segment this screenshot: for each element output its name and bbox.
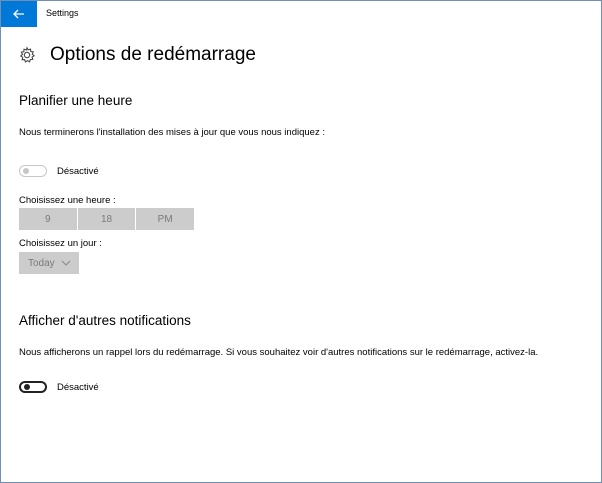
app-title: Settings	[46, 8, 79, 18]
time-picker[interactable]: 9 18 PM	[19, 208, 194, 230]
time-period[interactable]: PM	[136, 208, 194, 230]
title-bar: Settings	[1, 1, 601, 27]
notifications-toggle[interactable]	[19, 381, 47, 393]
notifications-toggle-row: Désactivé	[19, 381, 99, 393]
page-header: Options de redémarrage	[18, 44, 256, 66]
schedule-description: Nous terminerons l'installation des mise…	[19, 127, 325, 138]
schedule-toggle-row: Désactivé	[19, 165, 99, 177]
time-hour[interactable]: 9	[19, 208, 78, 230]
day-value: Today	[28, 257, 55, 269]
back-arrow-icon	[13, 9, 24, 19]
notifications-description: Nous afficherons un rappel lors du redém…	[19, 347, 539, 358]
schedule-toggle-label: Désactivé	[57, 165, 99, 177]
back-button[interactable]	[1, 1, 37, 27]
time-minute[interactable]: 18	[78, 208, 137, 230]
day-dropdown[interactable]: Today	[19, 252, 79, 274]
notifications-section-title: Afficher d'autres notifications	[19, 313, 191, 328]
schedule-toggle[interactable]	[19, 165, 47, 177]
day-label: Choisissez un jour :	[19, 238, 102, 249]
toggle-knob	[24, 384, 30, 390]
gear-icon	[19, 46, 35, 63]
page-title: Options de redémarrage	[50, 44, 256, 65]
chevron-down-icon	[61, 260, 71, 266]
notifications-toggle-label: Désactivé	[57, 381, 99, 393]
toggle-knob	[23, 168, 29, 174]
schedule-section-title: Planifier une heure	[19, 93, 133, 108]
settings-window: Settings Options de redémarrage Planifie…	[0, 0, 602, 483]
time-label: Choisissez une heure :	[19, 195, 116, 206]
